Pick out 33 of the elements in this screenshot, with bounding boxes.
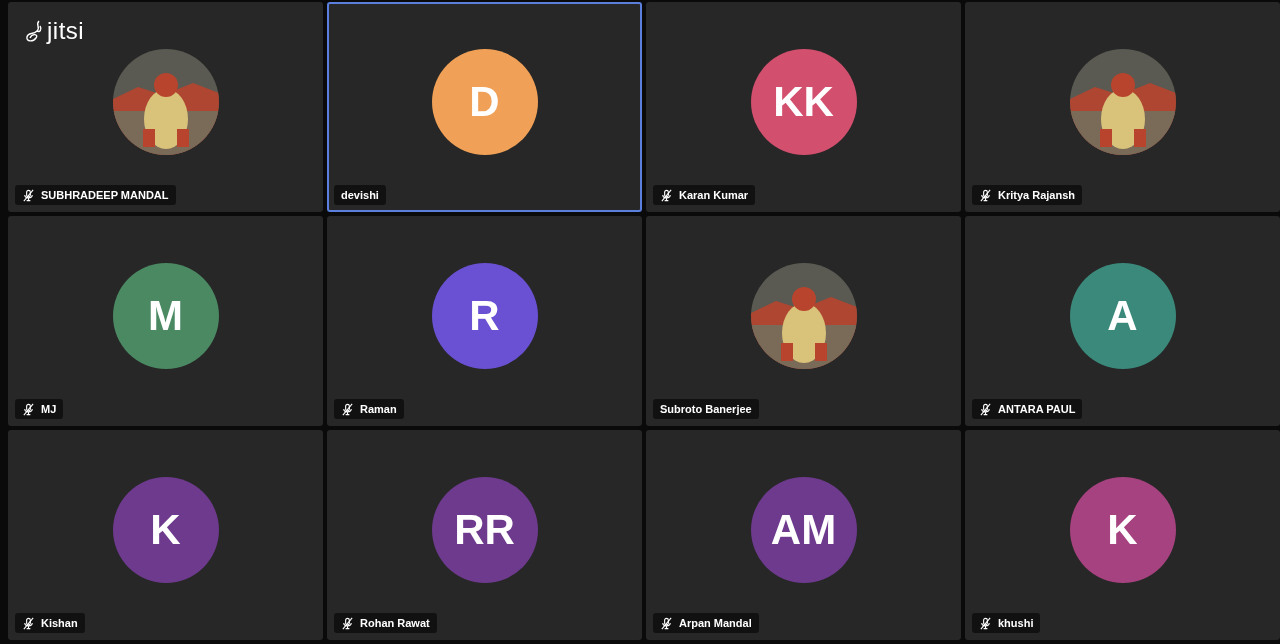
avatar: R bbox=[431, 263, 538, 369]
name-label: Raman bbox=[334, 399, 404, 419]
avatar: K bbox=[112, 477, 219, 583]
logo-text: jitsi bbox=[47, 17, 85, 45]
name-label: Arpan Mandal bbox=[653, 613, 759, 633]
name-label: devishi bbox=[334, 185, 386, 205]
name-label: Kritya Rajansh bbox=[972, 185, 1083, 205]
video-tile[interactable]: K khushi bbox=[965, 430, 1280, 640]
video-tile[interactable]: D devishi bbox=[327, 2, 642, 212]
video-tile[interactable]: Kritya Rajansh bbox=[965, 2, 1280, 212]
avatar: K bbox=[1069, 477, 1176, 583]
avatar: M bbox=[112, 263, 219, 369]
avatar: A bbox=[1069, 263, 1176, 369]
avatar: AM bbox=[750, 477, 857, 583]
video-tile[interactable]: K Kishan bbox=[8, 430, 323, 640]
video-tile[interactable]: Subroto Banerjee bbox=[646, 216, 961, 426]
video-tile[interactable]: A ANTARA PAUL bbox=[965, 216, 1280, 426]
name-label: Rohan Rawat bbox=[334, 613, 437, 633]
name-label: ANTARA PAUL bbox=[972, 399, 1083, 419]
avatar: D bbox=[431, 49, 538, 155]
name-label: SUBHRADEEP MANDAL bbox=[15, 185, 176, 205]
name-label: khushi bbox=[972, 613, 1041, 633]
video-tile[interactable]: RR Rohan Rawat bbox=[327, 430, 642, 640]
name-label: Subroto Banerjee bbox=[653, 399, 759, 419]
name-label: MJ bbox=[15, 399, 64, 419]
video-tile[interactable]: AM Arpan Mandal bbox=[646, 430, 961, 640]
name-label: Kishan bbox=[15, 613, 85, 633]
video-tile[interactable]: KK Karan Kumar bbox=[646, 2, 961, 212]
video-tile[interactable]: M MJ bbox=[8, 216, 323, 426]
avatar: RR bbox=[431, 477, 538, 583]
avatar: KK bbox=[750, 49, 857, 155]
video-tile[interactable]: R Raman bbox=[327, 216, 642, 426]
name-label: Karan Kumar bbox=[653, 185, 756, 205]
